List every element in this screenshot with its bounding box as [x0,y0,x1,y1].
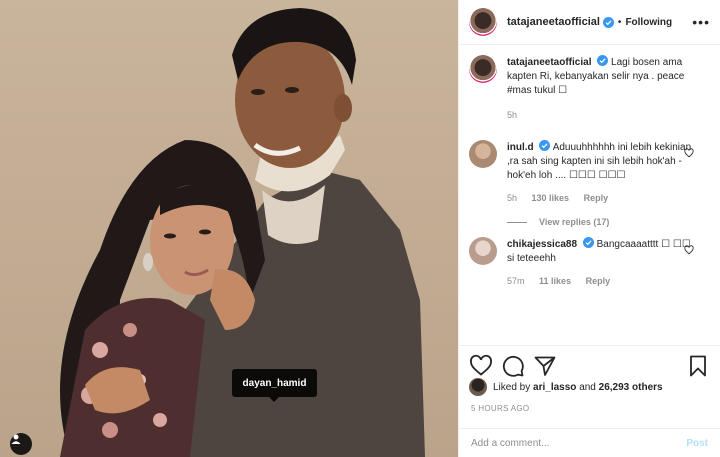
heart-icon[interactable] [684,148,694,158]
post-timestamp[interactable]: 5 HOURS AGO [471,404,529,413]
avatar[interactable] [469,378,487,396]
share-icon[interactable] [533,354,557,378]
comment-likes[interactable]: 11 likes [539,276,571,286]
liked-by-prefix: Liked by [493,381,531,393]
comment-text: Aduuuhhhhhh ini lebih kekinian ,ra sah s… [507,142,692,181]
liked-by-user[interactable]: ari_lasso [533,382,576,393]
comment-username[interactable]: inul.d [507,142,534,153]
view-replies-label: View replies (17) [539,217,610,227]
comment: inul.d Aduuuhhhhhh ini lebih kekinian ,r… [469,140,710,205]
comment-likes[interactable]: 130 likes [532,193,570,203]
liked-by-and: and [579,381,596,393]
avatar[interactable] [469,140,497,168]
verified-icon [582,237,594,248]
comment-username[interactable]: chikajessica88 [507,239,577,250]
comment-input[interactable] [471,437,687,449]
caption: tatajaneetaofficial Lagi bosen ama kapte… [469,55,710,122]
comment-time[interactable]: 5h [507,193,517,203]
following-button[interactable]: Following [625,17,672,28]
post-side-panel: tatajaneetaofficial • Following ••• tata… [458,0,720,457]
liked-by-others[interactable]: 26,293 others [599,382,663,393]
post-photo[interactable]: dayan_hamid [0,0,458,457]
likes-summary: Liked by ari_lasso and 26,293 others [469,378,710,396]
header-username[interactable]: tatajaneetaofficial [507,16,600,28]
avatar[interactable] [469,55,497,83]
user-tag[interactable]: dayan_hamid [232,369,317,402]
user-tag-label: dayan_hamid [242,377,307,389]
verified-icon [539,140,551,151]
add-comment-bar: Post [459,428,720,457]
view-replies-button[interactable]: View replies (17) [507,217,710,227]
post-button[interactable]: Post [686,438,708,449]
comment-time[interactable]: 57m [507,276,525,286]
person-icon [11,434,21,444]
view-replies-line [507,221,527,223]
verified-icon [602,16,614,28]
caption-time[interactable]: 5h [507,110,517,120]
more-options-button[interactable]: ••• [692,14,710,30]
post-header: tatajaneetaofficial • Following ••• [459,0,720,45]
header-separator: • [617,16,622,28]
avatar[interactable] [469,8,497,36]
verified-icon [597,55,609,66]
like-heart-icon[interactable] [469,354,493,378]
reply-button[interactable]: Reply [584,193,609,203]
heart-icon[interactable] [684,245,694,255]
post-photo-illustration [60,8,425,457]
tagged-users-button[interactable] [10,433,32,455]
avatar[interactable] [469,237,497,265]
post-actions [459,345,720,380]
bookmark-icon[interactable] [686,354,710,378]
comment-icon[interactable] [501,354,525,378]
comment: chikajessica88 Bangcaaaatttt ☐ ☐☐ si tet… [469,237,710,288]
reply-button[interactable]: Reply [586,276,611,286]
comments-list[interactable]: tatajaneetaofficial Lagi bosen ama kapte… [459,55,720,345]
caption-username[interactable]: tatajaneetaofficial [507,57,591,68]
